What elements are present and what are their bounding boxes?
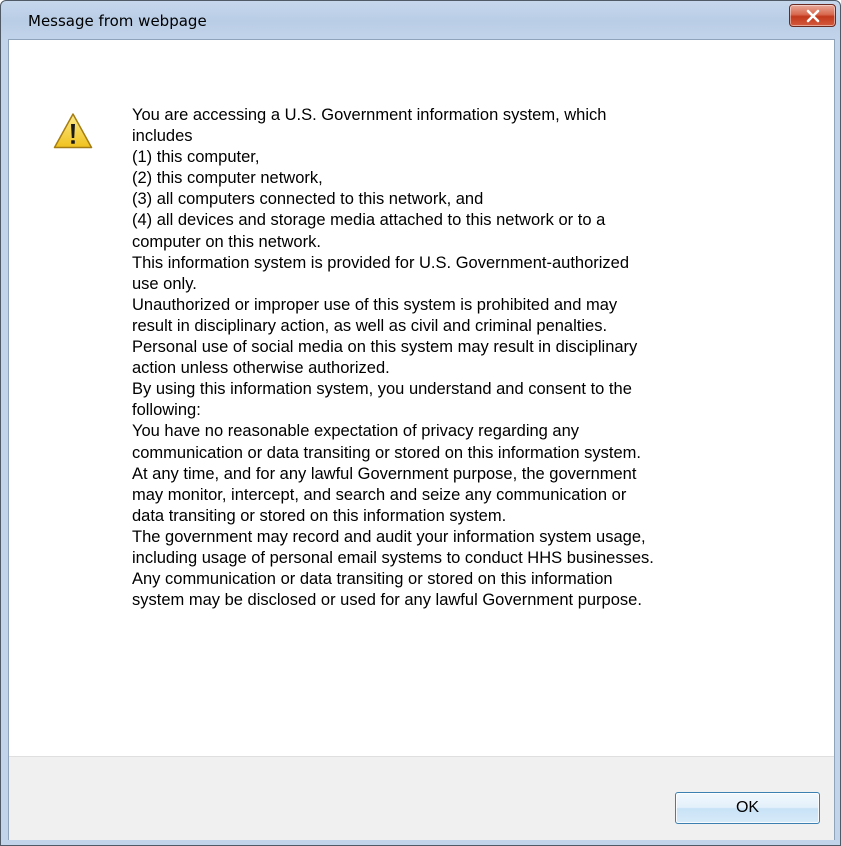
button-bar: OK [9, 756, 834, 840]
message-line: (3) all computers connected to this netw… [132, 190, 484, 209]
message-line: You are accessing a U.S. Government info… [132, 106, 607, 124]
title-bar[interactable]: Message from webpage [1, 1, 840, 39]
message-line: data transiting or stored on this inform… [132, 506, 507, 525]
message-line: computer on this network. [132, 232, 321, 251]
message-area: You are accessing a U.S. Government info… [9, 40, 834, 756]
message-line: This information system is provided for … [132, 253, 630, 272]
close-button[interactable] [789, 4, 836, 27]
message-line: (1) this computer, [132, 148, 260, 167]
dialog-client-area: You are accessing a U.S. Government info… [8, 39, 835, 840]
message-line: system may be disclosed or used for any … [132, 591, 642, 610]
message-line: The government may record and audit your… [132, 527, 646, 546]
close-x-icon [806, 9, 819, 22]
message-line: includes [132, 127, 193, 146]
message-line: communication or data transiting or stor… [132, 443, 641, 462]
message-line: following: [132, 401, 201, 420]
message-line: Any communication or data transiting or … [132, 570, 613, 589]
ok-button[interactable]: OK [675, 792, 820, 824]
message-line: (2) this computer network, [132, 169, 323, 188]
message-line: Unauthorized or improper use of this sys… [132, 295, 618, 314]
message-line: By using this information system, you un… [132, 380, 632, 399]
message-line: You have no reasonable expectation of pr… [132, 422, 580, 441]
window-title: Message from webpage [28, 12, 207, 30]
message-line: including usage of personal email system… [132, 548, 654, 567]
message-line: Personal use of social media on this sys… [132, 338, 638, 357]
message-line: action unless otherwise authorized. [132, 359, 390, 378]
dialog-window: Message from webpage You are accessing a… [0, 0, 841, 846]
warning-triangle-icon [53, 113, 93, 149]
message-line: may monitor, intercept, and search and s… [132, 485, 627, 504]
message-line: use only. [132, 274, 197, 293]
message-text: You are accessing a U.S. Government info… [132, 105, 822, 611]
message-line: At any time, and for any lawful Governme… [132, 464, 637, 483]
message-line: (4) all devices and storage media attach… [132, 211, 606, 230]
message-line: result in disciplinary action, as well a… [132, 316, 608, 335]
